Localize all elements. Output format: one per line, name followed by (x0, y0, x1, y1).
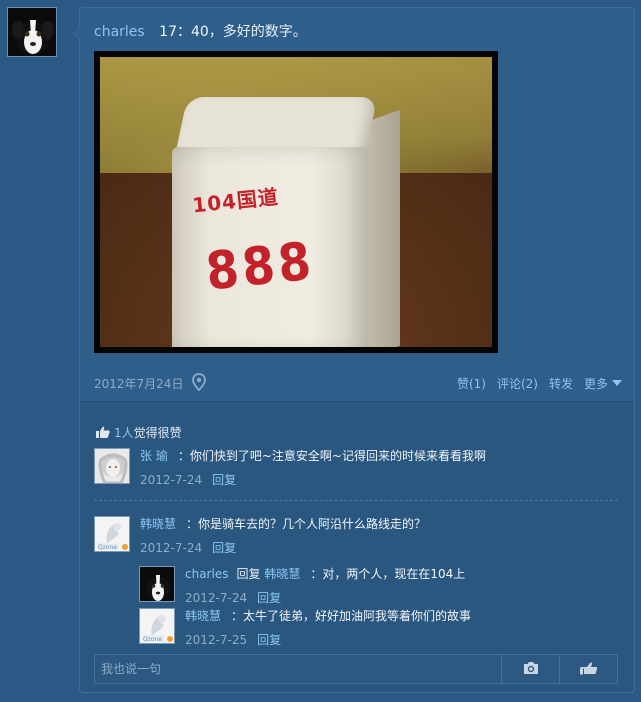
comment-line: 张 瑜 ：你们快到了吧~注意安全啊~记得回来的时候来看看我啊 (140, 447, 486, 464)
comment-text: ：你们快到了吧~注意安全啊~记得回来的时候来看看我啊 (177, 449, 486, 463)
reply-line: 韩晓慧 ：太牛了徒弟，好好加油阿我等着你们的故事 (185, 607, 471, 624)
chevron-down-icon (612, 380, 622, 386)
comment-meta: 2012-7-24 回复 (140, 471, 236, 488)
likes-summary: 1人觉得很赞 (96, 424, 182, 441)
milestone-photo: 104国道 888 (100, 57, 492, 347)
commenter-avatar[interactable] (94, 448, 130, 484)
reply-word: 回复 (236, 567, 261, 581)
reply-link[interactable]: 回复 (257, 591, 281, 605)
share-action[interactable]: 转发 (549, 375, 573, 392)
commenter-name-link[interactable]: 张 瑜 (140, 449, 168, 463)
comment-separator (94, 500, 618, 501)
commenter-avatar[interactable]: Qzone (94, 516, 130, 552)
reply-meta: 2012-7-24 回复 (185, 589, 281, 606)
svg-text:Qzone: Qzone (98, 544, 117, 551)
comment-meta: 2012-7-24 回复 (140, 539, 236, 556)
likes-text: 觉得很赞 (133, 426, 182, 440)
comments-section: 1人觉得很赞 张 瑜 ：你们快到了吧~注意安全啊~记得回来的时候来看看我啊 201… (80, 402, 634, 692)
post-date: 2012年7月24日 (94, 377, 184, 391)
mention-button[interactable] (559, 655, 617, 683)
pointing-hand-icon (579, 661, 598, 678)
camera-icon (523, 661, 539, 678)
location-pin-icon[interactable] (192, 373, 206, 392)
comment-composer (94, 654, 618, 684)
like-action[interactable]: 赞(1) (457, 375, 486, 392)
photo-upload-button[interactable] (501, 655, 559, 683)
post-actions: 赞(1) 评论(2) 转发 更多 (457, 375, 622, 392)
reply-date: 2012-7-24 (185, 591, 248, 605)
post-meta-row: 2012年7月24日 赞(1) 评论(2) 转发 更多 (94, 373, 622, 392)
comment-date: 2012-7-24 (140, 541, 203, 555)
comment-text: ：你是骑车去的？几个人阿沿什么路线走的？ (186, 517, 427, 531)
post-time: 17：40， (159, 24, 223, 40)
thumbs-up-icon (96, 426, 110, 438)
reply-meta: 2012-7-25 回复 (185, 631, 281, 648)
reply-text: ：太牛了徒弟，好好加油阿我等着你们的故事 (231, 609, 472, 623)
author-avatar[interactable] (7, 7, 57, 57)
reply-text: ：对，两个人，现在在104上 (310, 567, 466, 581)
post-photo[interactable]: 104国道 888 (94, 51, 498, 353)
likes-count-link[interactable]: 1人 (114, 426, 134, 440)
svg-text:Qzone: Qzone (143, 636, 162, 643)
replier-name-link[interactable]: 韩晓慧 (185, 609, 221, 623)
milestone-number: 888 (203, 231, 318, 303)
replier-avatar[interactable]: Qzone (139, 608, 175, 644)
reply-link[interactable]: 回复 (257, 633, 281, 647)
author-name-link[interactable]: charles (94, 24, 145, 40)
post-header: charles 17：40，多好的数字。 (94, 21, 307, 41)
more-action[interactable]: 更多 (584, 375, 622, 392)
replier-avatar[interactable] (139, 566, 175, 602)
comment-input[interactable] (95, 655, 501, 683)
reply-link[interactable]: 回复 (212, 541, 236, 555)
reply-line: charles 回复 韩晓慧 ：对，两个人，现在在104上 (185, 565, 465, 582)
post-text: 多好的数字。 (222, 24, 307, 40)
comment-line: 韩晓慧 ：你是骑车去的？几个人阿沿什么路线走的？ (140, 515, 426, 532)
reply-link[interactable]: 回复 (212, 473, 236, 487)
comment-action[interactable]: 评论(2) (497, 375, 538, 392)
comment-date: 2012-7-24 (140, 473, 203, 487)
replier-name-link[interactable]: charles (185, 567, 228, 581)
feed-card: charles 17：40，多好的数字。 104国道 888 2012年7月24… (73, 7, 635, 693)
commenter-name-link[interactable]: 韩晓慧 (140, 517, 176, 531)
more-label: 更多 (583, 377, 608, 391)
reply-date: 2012-7-25 (185, 633, 248, 647)
reply-to-name-link[interactable]: 韩晓慧 (264, 567, 300, 581)
